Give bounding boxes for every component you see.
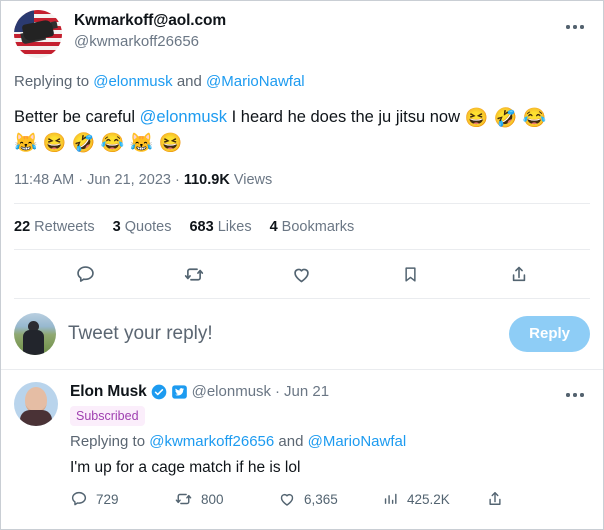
dot-icon	[580, 393, 584, 397]
main-tweet-text: Better be careful @elonmusk I heard he d…	[14, 105, 590, 155]
share-icon	[512, 266, 525, 281]
reply-button[interactable]	[68, 261, 102, 287]
quotes-stat[interactable]: 3 Quotes	[113, 217, 172, 237]
reply-retweet-count: 800	[201, 491, 224, 507]
reply-views-count: 425.2K	[407, 491, 450, 507]
quotes-label: Quotes	[120, 219, 172, 235]
emoji-row-2: 😹 😆 🤣 😂 😹 😆	[14, 133, 183, 154]
reply-views-button[interactable]: 425.2K	[382, 490, 486, 508]
like-button[interactable]	[285, 261, 319, 287]
reply-like-count: 6,365	[304, 491, 338, 507]
mention-elonmusk[interactable]: @elonmusk	[93, 73, 172, 90]
views-count: 110.9K	[183, 172, 230, 188]
bookmarks-count: 4	[269, 219, 278, 235]
reply-replying-conjunction: and	[274, 433, 308, 450]
dot-icon	[580, 25, 584, 29]
verified-checkmark-icon	[151, 384, 166, 400]
likes-label: Likes	[213, 219, 252, 235]
reply-reply-button[interactable]: 729	[70, 490, 174, 508]
reply-replying-prefix: Replying to	[70, 433, 150, 450]
tweet-detail-page: Kwmarkoff@aol.com @kwmarkoff26656 Replyi…	[0, 0, 604, 530]
reply-reply-count: 729	[96, 491, 119, 507]
reply-icon	[71, 491, 87, 506]
like-heart-icon	[280, 493, 294, 506]
share-icon	[489, 491, 501, 505]
reply-tweet: Elon Musk @elonmusk · Jun 21 Subscribed	[1, 370, 603, 518]
reply-more-options-button[interactable]	[560, 384, 590, 406]
main-tweet-author-names: Kwmarkoff@aol.com @kwmarkoff26656	[74, 10, 226, 52]
bookmark-button[interactable]	[393, 261, 427, 287]
likes-count: 683	[189, 219, 214, 235]
mention-elonmusk-inline[interactable]: @elonmusk	[140, 108, 227, 126]
retweets-stat[interactable]: 22 Retweets	[14, 217, 95, 237]
reply-header: Elon Musk @elonmusk · Jun 21 Subscribed	[14, 382, 590, 508]
timestamp-time: 11:48 AM	[14, 172, 75, 188]
reply-display-name[interactable]: Elon Musk	[70, 382, 147, 402]
dot-icon	[566, 393, 570, 397]
reply-replying-to: Replying to @kwmarkoff26656 and @MarioNa…	[70, 432, 590, 452]
mention-marionawfal-reply[interactable]: @MarioNawfal	[308, 433, 407, 450]
reply-retweet-button[interactable]: 800	[174, 490, 278, 508]
reply-separator: ·	[275, 383, 281, 400]
reply-like-button[interactable]: 6,365	[278, 490, 382, 508]
like-heart-icon	[294, 268, 310, 282]
tweet-text-part-1: Better be careful	[14, 108, 140, 126]
retweets-count: 22	[14, 219, 31, 235]
retweet-icon	[175, 493, 192, 505]
dot-icon	[573, 393, 577, 397]
share-button[interactable]	[502, 261, 536, 287]
main-tweet-handle[interactable]: @kwmarkoff26656	[74, 32, 226, 52]
main-tweet-more-options-button[interactable]	[560, 16, 590, 38]
retweet-icon	[184, 267, 203, 281]
main-tweet-author-row: Kwmarkoff@aol.com @kwmarkoff26656	[14, 10, 590, 58]
reply-composer: Tweet your reply! Reply	[1, 299, 603, 369]
timestamp-date: Jun 21, 2023	[87, 172, 171, 188]
main-tweet-display-name[interactable]: Kwmarkoff@aol.com	[74, 11, 226, 31]
main-tweet-actions-row	[1, 250, 603, 298]
timestamp-sep-2: ·	[170, 172, 184, 188]
main-tweet-replying-to: Replying to @elonmusk and @MarioNawfal	[14, 72, 590, 92]
reply-date[interactable]: Jun 21	[284, 382, 329, 402]
current-user-avatar[interactable]	[14, 313, 56, 355]
views-label: Views	[229, 172, 273, 188]
bookmarks-label: Bookmarks	[277, 219, 355, 235]
bookmarks-stat[interactable]: 4 Bookmarks	[270, 217, 355, 237]
subscribed-badge[interactable]: Subscribed	[70, 406, 145, 426]
reply-input[interactable]: Tweet your reply!	[68, 321, 509, 347]
elon-musk-avatar[interactable]	[14, 382, 58, 426]
tweet-text-part-2: I heard he does the ju jitsu now	[227, 108, 465, 126]
views-bar-chart-icon	[384, 493, 397, 504]
american-flag-avatar[interactable]	[14, 10, 62, 58]
main-tweet-stats-row: 22 Retweets 3 Quotes 683 Likes 4 Bookmar…	[1, 204, 603, 249]
reply-share-button[interactable]	[486, 490, 512, 508]
reply-icon	[76, 265, 94, 282]
mention-kwmarkoff26656[interactable]: @kwmarkoff26656	[149, 433, 274, 450]
reply-handle[interactable]: @elonmusk	[192, 382, 271, 402]
main-tweet-timestamp: 11:48 AM · Jun 21, 2023 · 110.9K Views	[14, 170, 590, 190]
twitter-bird-icon	[171, 385, 187, 399]
dot-icon	[573, 25, 577, 29]
dot-icon	[566, 25, 570, 29]
main-tweet: Kwmarkoff@aol.com @kwmarkoff26656 Replyi…	[1, 1, 603, 190]
mention-marionawfal[interactable]: @MarioNawfal	[206, 73, 305, 90]
replying-to-conjunction: and	[172, 73, 207, 90]
reply-tweet-text: I'm up for a cage match if he is lol	[70, 459, 301, 476]
bookmark-icon	[405, 266, 416, 282]
reply-name-line: Elon Musk @elonmusk · Jun 21	[70, 382, 590, 402]
timestamp-sep: ·	[74, 172, 88, 188]
retweets-label: Retweets	[30, 219, 95, 235]
reply-submit-button[interactable]: Reply	[509, 316, 590, 352]
retweet-button[interactable]	[177, 261, 211, 287]
reply-actions-row: 729 800 6,365 425.2K	[70, 490, 590, 508]
replying-to-prefix: Replying to	[14, 73, 94, 90]
likes-stat[interactable]: 683 Likes	[189, 217, 251, 237]
emoji-row-1: 😆 🤣 😂	[464, 108, 547, 129]
quotes-count: 3	[112, 219, 121, 235]
reply-body: Elon Musk @elonmusk · Jun 21 Subscribed	[70, 382, 590, 508]
